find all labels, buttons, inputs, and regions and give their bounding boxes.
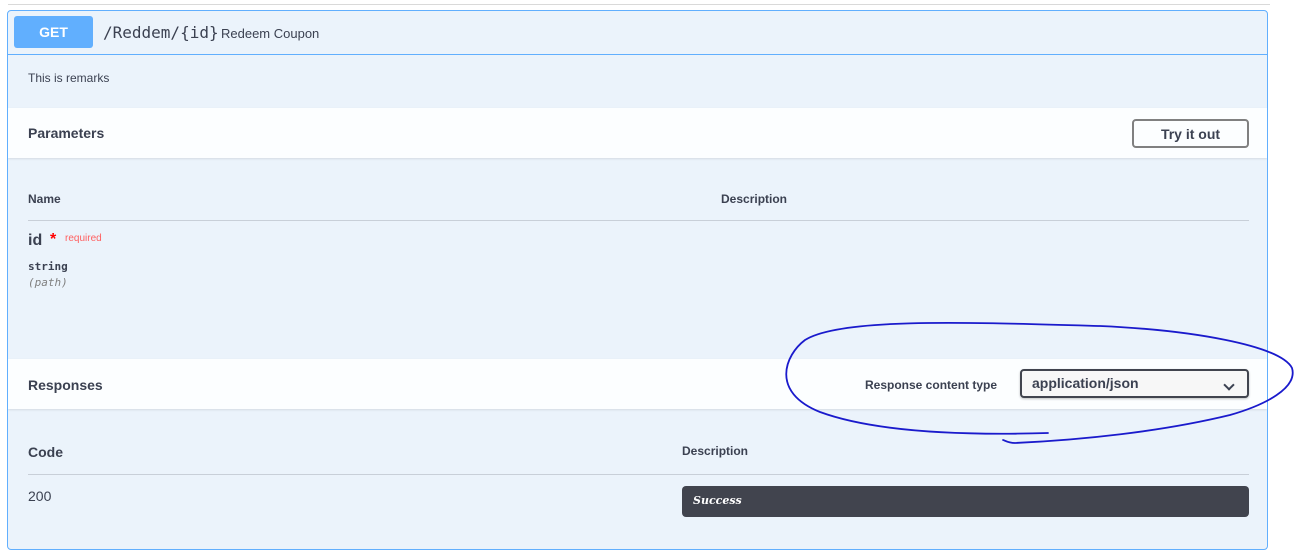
endpoint-path: /Reddem/{id}: [103, 23, 219, 42]
response-content-type-select[interactable]: application/json: [1020, 369, 1249, 398]
responses-title: Responses: [28, 377, 103, 393]
param-col-name: Name: [28, 192, 61, 206]
required-label: required: [65, 233, 102, 244]
opblock-summary[interactable]: GET /Reddem/{id} Redeem Coupon: [8, 11, 1267, 55]
try-it-out-button[interactable]: Try it out: [1132, 119, 1249, 148]
resp-col-code: Code: [28, 444, 63, 460]
response-content-type-label: Response content type: [865, 378, 998, 392]
select-value: application/json: [1032, 375, 1139, 391]
response-description: Success: [693, 494, 742, 507]
endpoint-remarks: This is remarks: [28, 71, 110, 85]
param-header-divider: [28, 220, 1249, 221]
resp-col-description: Description: [682, 444, 749, 458]
opblock-get: GET /Reddem/{id} Redeem Coupon This is r…: [7, 10, 1268, 550]
required-star: *: [50, 231, 57, 248]
param-col-description: Description: [721, 192, 788, 206]
response-description-box: Success: [682, 486, 1249, 517]
method-badge: GET: [14, 16, 93, 48]
param-type: string: [28, 260, 68, 273]
response-code: 200: [28, 488, 52, 504]
chevron-down-icon: [1223, 379, 1235, 391]
responses-header: Responses Response content type applicat…: [8, 359, 1267, 409]
param-name: id: [28, 232, 43, 249]
param-in: (path): [28, 276, 68, 289]
resp-header-divider: [28, 474, 1249, 475]
top-divider: [8, 4, 1270, 5]
endpoint-summary: Redeem Coupon: [221, 26, 320, 41]
parameters-header: Parameters Try it out: [8, 108, 1267, 158]
parameters-title: Parameters: [28, 125, 105, 141]
